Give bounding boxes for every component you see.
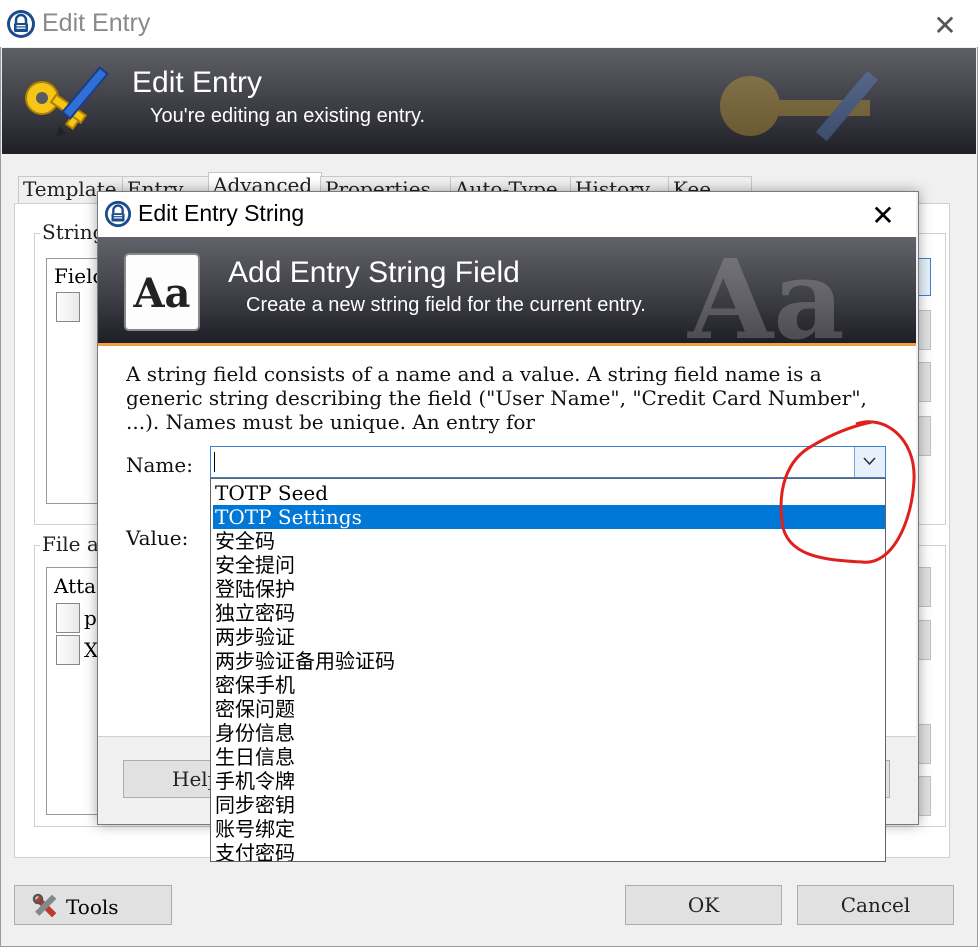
tools-icon <box>30 891 60 926</box>
dialog-title: Edit Entry String <box>138 200 305 226</box>
cancel-button[interactable]: Cancel <box>797 885 954 925</box>
close-icon[interactable]: ✕ <box>868 199 898 232</box>
dialog-banner-title: Add Entry String Field <box>228 256 520 289</box>
text-caret <box>214 452 215 472</box>
name-label: Name: <box>126 453 193 477</box>
file-item[interactable]: p <box>84 606 97 630</box>
svg-text:Aa: Aa <box>687 238 845 342</box>
ok-button[interactable]: OK <box>625 885 782 925</box>
dropdown-option[interactable]: 身份信息 <box>213 721 885 745</box>
dropdown-option[interactable]: 密保手机 <box>213 673 885 697</box>
key-pencil-icon <box>20 58 112 151</box>
banner-watermark-icon <box>690 56 910 157</box>
lock-icon <box>104 200 132 233</box>
dropdown-option[interactable]: 密保问题 <box>213 697 885 721</box>
svg-text:Aa: Aa <box>133 270 191 317</box>
file-icon <box>56 635 80 665</box>
dropdown-option[interactable]: 登陆保护 <box>213 577 885 601</box>
file-icon <box>56 292 80 322</box>
banner-title: Edit Entry <box>132 66 263 99</box>
dropdown-option[interactable]: 两步验证备用验证码 <box>213 649 885 673</box>
tools-label: Tools <box>66 895 119 919</box>
dropdown-option[interactable]: 同步密钥 <box>213 793 885 817</box>
lock-icon <box>6 9 36 44</box>
font-aa-icon: Aa <box>124 253 200 336</box>
window-title: Edit Entry <box>42 9 151 37</box>
dropdown-option[interactable]: 支付密码 <box>213 841 885 861</box>
dropdown-option[interactable]: 独立密码 <box>213 601 885 625</box>
value-label: Value: <box>126 526 189 550</box>
dropdown-option[interactable]: 手机令牌 <box>213 769 885 793</box>
dropdown-option[interactable]: 账号绑定 <box>213 817 885 841</box>
dialog-description: A string field consists of a name and a … <box>126 362 867 434</box>
dialog-banner-subtitle: Create a new string field for the curren… <box>246 294 646 316</box>
file-icon <box>56 603 80 633</box>
dropdown-option[interactable]: 两步验证 <box>213 625 885 649</box>
close-icon[interactable]: ✕ <box>930 9 960 42</box>
annotation-circle <box>776 410 922 577</box>
banner-subtitle: You're editing an existing entry. <box>150 105 426 127</box>
banner-watermark-icon: Aa <box>658 238 916 342</box>
dropdown-option[interactable]: 生日信息 <box>213 745 885 769</box>
